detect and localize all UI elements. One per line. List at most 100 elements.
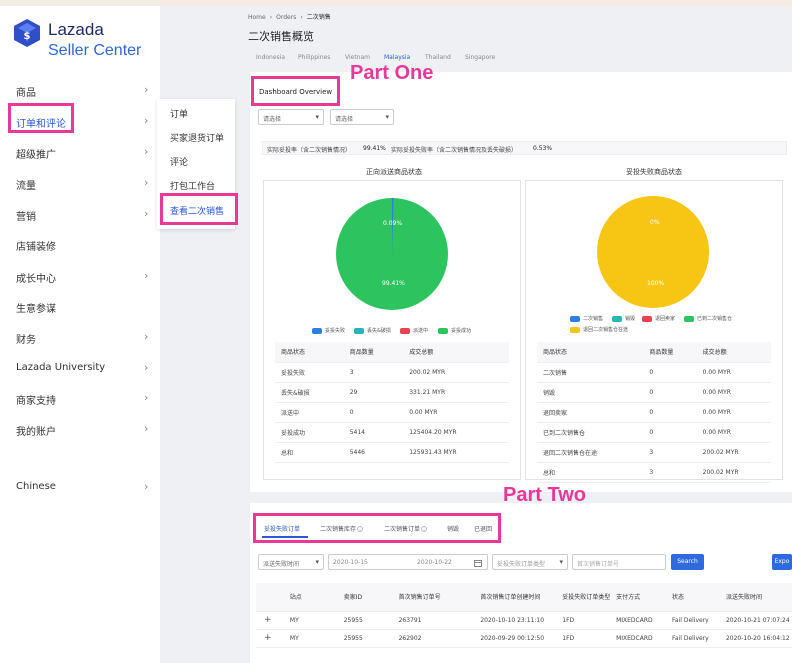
tab-orders-3[interactable]: 销毁 xyxy=(447,524,459,533)
sidebar-item-0[interactable]: 商品 › xyxy=(0,78,160,102)
legend-item[interactable]: 退回二次销售仓在途 xyxy=(570,326,628,333)
table-cell: 25955 xyxy=(339,629,395,648)
expand-row-icon[interactable]: + xyxy=(256,629,286,648)
legend-item[interactable]: 丢失&破损 xyxy=(354,327,391,334)
table-row: 销毁 0 0.00 MYR xyxy=(537,382,771,403)
table-row: 二次销售 0 0.00 MYR xyxy=(537,362,771,383)
table-cell: 0 xyxy=(643,422,697,443)
sidebar-item-9[interactable]: Lazada University › xyxy=(0,356,160,380)
legend-item[interactable]: 妥投成功 xyxy=(438,327,471,334)
sidebar-item-label: 营销 xyxy=(16,212,36,223)
legend-item[interactable]: 派送中 xyxy=(400,327,428,334)
table-row: 总和 3 200.02 MYR xyxy=(537,462,771,483)
legend-item[interactable]: 销毁 xyxy=(612,315,635,322)
left-pie-chart xyxy=(336,197,448,310)
rate-value-1: 99.41% xyxy=(363,145,386,152)
table-header-row: 商品状态 商品数量 成交总额 xyxy=(275,342,509,363)
table-cell: 5414 xyxy=(343,422,404,443)
legend-item[interactable]: 退回卖家 xyxy=(642,315,675,322)
sidebar-item-8[interactable]: 财务 › xyxy=(0,325,160,349)
table-cell: 退回卖家 xyxy=(537,402,644,423)
annotation-part-one: Part One xyxy=(350,62,434,84)
search-button[interactable]: Search xyxy=(671,554,704,570)
legend-item[interactable]: 妥投失败 xyxy=(312,327,345,334)
chevron-right-icon: › xyxy=(144,207,149,220)
sidebar-item-10[interactable]: 商家支持 › xyxy=(0,386,160,410)
table-cell: 200.02 MYR xyxy=(696,462,771,483)
column-header: 商品状态 xyxy=(537,342,644,363)
breadcrumb-home[interactable]: Home xyxy=(248,14,266,21)
legend-label: 退回二次销售仓在途 xyxy=(583,327,629,333)
submenu-item-resale[interactable]: 查看二次销售 xyxy=(170,204,224,217)
filter-select-2-value: 请选择 xyxy=(335,116,354,123)
tab-country-2[interactable]: Vietnam xyxy=(345,54,370,61)
chevron-down-icon: ▾ xyxy=(315,558,319,566)
left-pie-label-small: 0.09% xyxy=(383,220,403,227)
filter-select-2[interactable]: 请选择 ▾ xyxy=(330,109,394,125)
tab-country-4[interactable]: Thailand xyxy=(425,54,451,61)
sub-tab-underline xyxy=(262,536,308,538)
table-cell: 0.00 MYR xyxy=(403,402,509,423)
submenu-item-orders[interactable]: 订单 xyxy=(170,107,188,120)
tab-country-1[interactable]: Philippines xyxy=(298,54,330,61)
submenu-item-packing[interactable]: 打包工作台 xyxy=(170,179,215,192)
order-number-input[interactable]: 首次销售订单号 xyxy=(572,554,666,570)
table-row: 退回二次销售仓在途 3 200.02 MYR xyxy=(537,442,771,463)
tab-orders-1[interactable]: 二次销售库存 i xyxy=(320,524,364,533)
tab-country-3[interactable]: Malaysia xyxy=(384,54,410,61)
table-cell: 125404.20 MYR xyxy=(403,422,509,443)
tab-orders-4[interactable]: 已退回 xyxy=(474,524,492,533)
svg-text:$: $ xyxy=(24,31,31,42)
chevron-right-icon: › xyxy=(144,269,149,282)
right-pie-chart xyxy=(597,196,709,308)
breadcrumb-sep: › xyxy=(300,14,303,21)
legend-item[interactable]: 已到二次销售仓 xyxy=(684,315,732,322)
tab-dashboard-overview[interactable]: Dashboard Overview xyxy=(259,88,332,96)
fail-type-select[interactable]: 妥投失败订单类型 ▾ xyxy=(492,554,568,570)
sidebar-item-3[interactable]: 流量 › xyxy=(0,171,160,195)
table-row: + MY 25955 262902 2020-09-29 00:12:50 1FD MIXE… xyxy=(256,629,792,648)
sidebar-item-6[interactable]: 成长中心 › xyxy=(0,264,160,288)
tab-country-5[interactable]: Singapore xyxy=(465,54,495,61)
submenu-item-returns[interactable]: 买家退货订单 xyxy=(170,131,224,144)
brand-line2: Seller Center xyxy=(48,42,142,59)
table-cell: 总和 xyxy=(275,442,344,463)
column-header xyxy=(256,583,286,612)
sidebar-item-12[interactable]: Chinese › xyxy=(0,475,160,499)
sidebar-item-5[interactable]: 店铺装修 xyxy=(0,232,160,256)
legend-item[interactable]: 二次销售 xyxy=(570,315,603,322)
date-range-input[interactable]: 2020-10-15 2020-10-22 xyxy=(328,554,488,570)
sidebar-item-2[interactable]: 超级推广 › xyxy=(0,140,160,164)
table-cell: 262902 xyxy=(394,629,477,648)
table-cell: 3 xyxy=(643,462,697,483)
filter-select-1[interactable]: 请选择 ▾ xyxy=(258,109,324,125)
expand-row-icon[interactable]: + xyxy=(256,611,286,630)
tab-country-0[interactable]: Indonesia xyxy=(256,54,285,61)
table-cell: 总和 xyxy=(537,462,644,483)
chevron-right-icon: › xyxy=(144,330,149,343)
table-cell: 退回二次销售仓在途 xyxy=(537,442,644,463)
fail-type-placeholder: 妥投失败订单类型 xyxy=(497,561,546,568)
column-header: 支付方式 xyxy=(612,583,668,612)
time-type-select[interactable]: 派送失败时间 ▾ xyxy=(258,554,324,570)
sidebar-item-4[interactable]: 营销 › xyxy=(0,202,160,226)
sidebar-item-11[interactable]: 我的账户 › xyxy=(0,417,160,441)
table-row: 退回卖家 0 0.00 MYR xyxy=(537,402,771,423)
breadcrumb-orders[interactable]: Orders xyxy=(276,14,296,21)
legend-label: 妥投成功 xyxy=(451,328,472,334)
tab-orders-2[interactable]: 二次销售订单 i xyxy=(384,524,428,533)
right-pie-label-large: 100% xyxy=(647,280,665,287)
sidebar-item-7[interactable]: 生意参谋 xyxy=(0,294,160,318)
submenu-item-reviews[interactable]: 评论 xyxy=(170,155,188,168)
export-button[interactable]: Expo xyxy=(772,554,792,570)
chevron-right-icon: › xyxy=(144,391,149,404)
column-header: 卖家ID xyxy=(339,583,395,612)
right-status-table: 商品状态 商品数量 成交总额 二次销售 0 0.00 MYR 销毁 0 0.00 MYR 退回卖家… xyxy=(537,342,771,483)
filter-select-1-value: 请选择 xyxy=(263,116,282,123)
sidebar-item-1[interactable]: 订单和评论 › xyxy=(0,109,160,133)
column-header: 商品数量 xyxy=(343,342,404,363)
table-header-row: 站点 卖家ID 首次销售订单号 首次销售订单创建时间 妥投失败订单类型 支付方式 状态 派送失… xyxy=(256,583,792,612)
table-cell: MIXEDCARD xyxy=(612,611,668,630)
table-cell: 0.00 MYR xyxy=(696,422,771,443)
tab-orders-0[interactable]: 妥投失败订单 xyxy=(264,524,300,533)
